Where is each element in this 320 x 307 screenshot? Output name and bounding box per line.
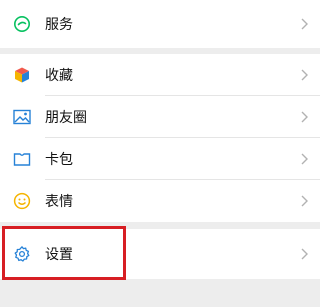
moments-image-icon — [12, 107, 32, 127]
me-settings-page: 服务 收藏 朋友圈 卡包 表情 设置 — [0, 0, 320, 307]
chevron-right-icon — [301, 153, 308, 165]
chevron-right-icon — [301, 248, 308, 260]
services-group: 服务 — [0, 0, 320, 48]
settings-group: 设置 — [0, 229, 320, 279]
menu-item-stickers[interactable]: 表情 — [0, 180, 320, 222]
chevron-right-icon — [301, 69, 308, 81]
menu-item-favorites[interactable]: 收藏 — [0, 54, 320, 96]
services-icon — [12, 14, 32, 34]
chevron-right-icon — [301, 18, 308, 30]
menu-item-label: 服务 — [45, 17, 73, 33]
menu-item-label: 表情 — [45, 194, 73, 210]
menu-item-settings[interactable]: 设置 — [0, 229, 320, 279]
menu-item-label: 收藏 — [45, 68, 73, 84]
menu-item-label: 朋友圈 — [45, 110, 87, 126]
card-wallet-icon — [12, 149, 32, 169]
menu-item-label: 卡包 — [45, 152, 73, 168]
favorites-cube-icon — [12, 65, 32, 85]
gear-icon — [12, 244, 32, 264]
chevron-right-icon — [301, 195, 308, 207]
menu-item-cards[interactable]: 卡包 — [0, 138, 320, 180]
menu-item-services[interactable]: 服务 — [0, 0, 320, 48]
menu-item-moments[interactable]: 朋友圈 — [0, 96, 320, 138]
menu-item-label: 设置 — [45, 247, 73, 263]
chevron-right-icon — [301, 111, 308, 123]
sticker-face-icon — [12, 191, 32, 211]
features-group: 收藏 朋友圈 卡包 表情 — [0, 54, 320, 222]
